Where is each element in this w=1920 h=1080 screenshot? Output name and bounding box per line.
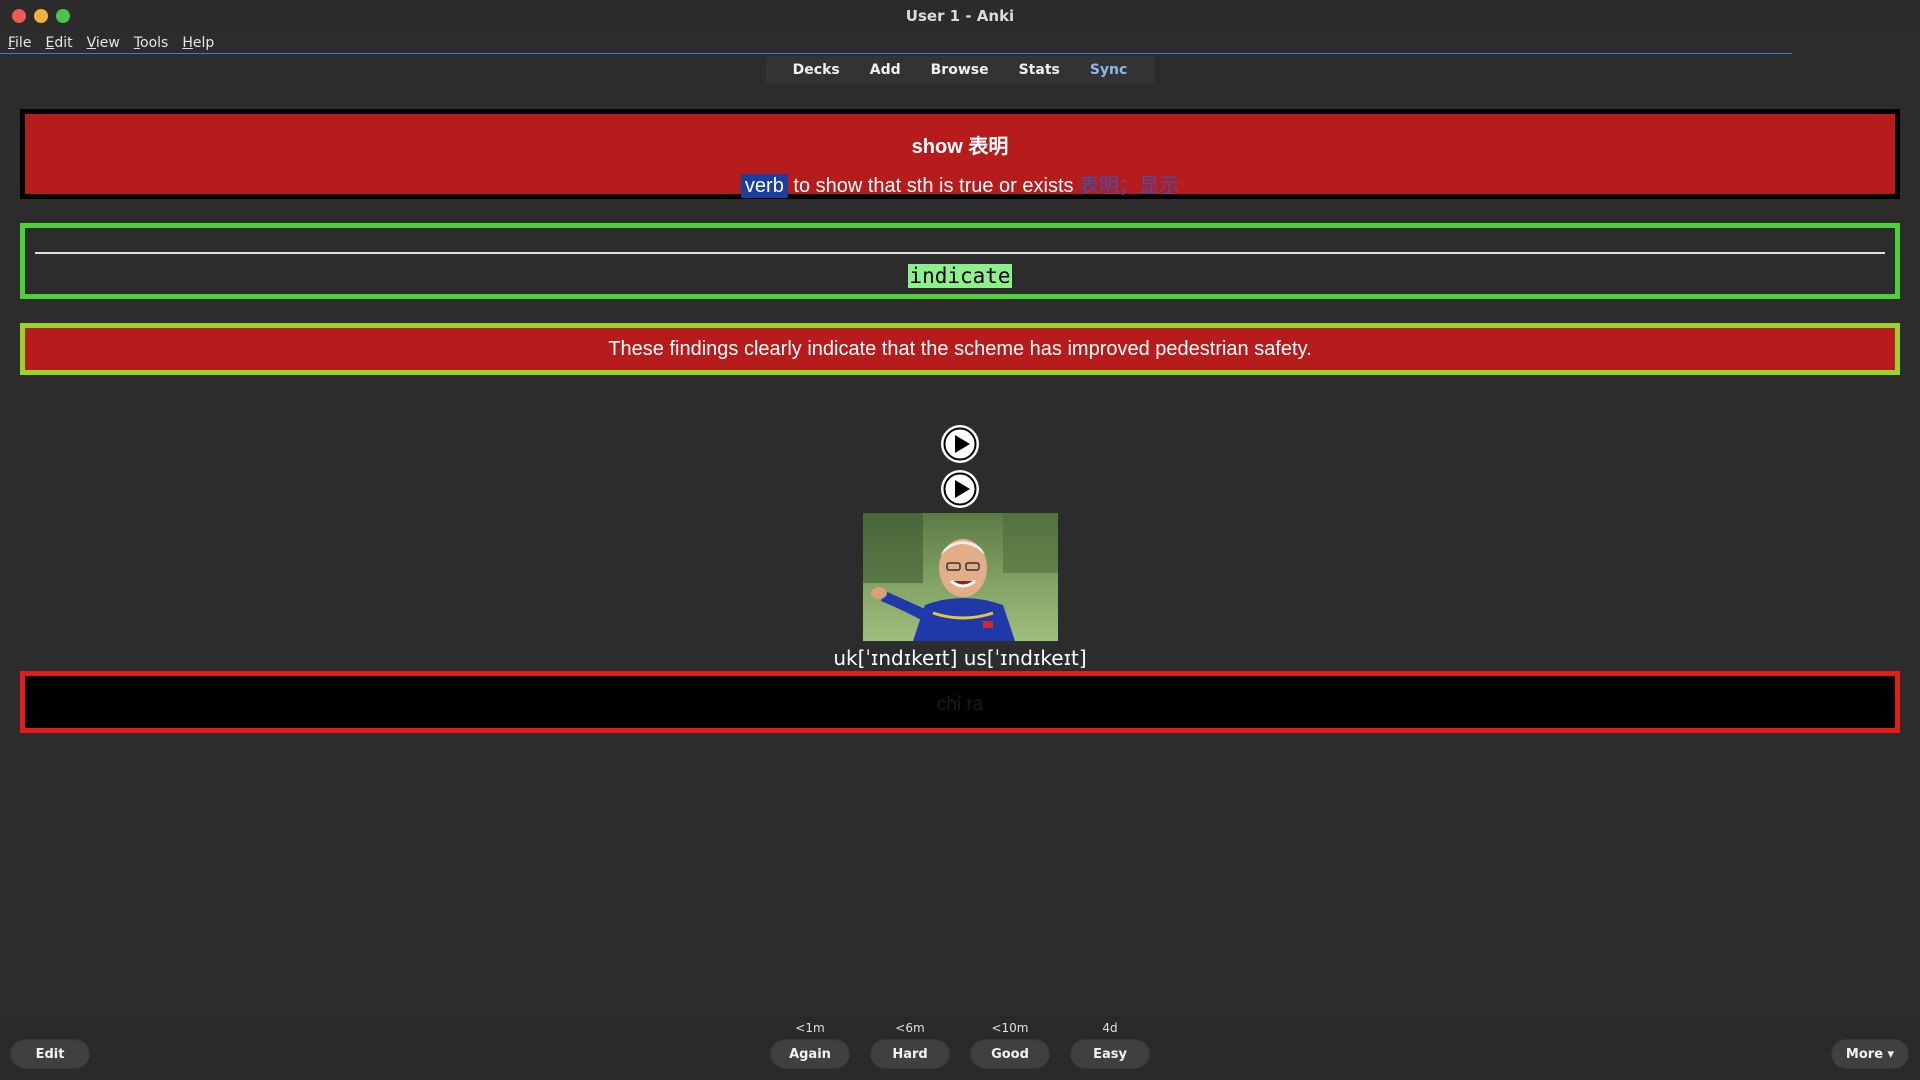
menu-file[interactable]: File <box>8 35 31 51</box>
play-icon <box>942 471 978 507</box>
word-heading: show 表明 <box>911 136 1009 158</box>
play-audio-button-2[interactable] <box>941 470 979 508</box>
play-icon <box>942 426 978 462</box>
title-bar: User 1 - Anki <box>0 0 1920 32</box>
translation-text: chỉ ra <box>936 694 984 715</box>
answer-box: indicate <box>20 223 1900 299</box>
answer-word: indicate <box>908 264 1012 288</box>
review-bar <box>0 1017 1920 1080</box>
easy-button[interactable]: Easy <box>1070 1039 1150 1069</box>
easy-interval: 4d <box>1102 1021 1118 1035</box>
part-of-speech-badge: verb <box>740 174 788 198</box>
minimize-icon[interactable] <box>34 9 48 23</box>
translation-box: chỉ ra <box>20 671 1900 733</box>
menu-bar: File Edit View Tools Help <box>0 32 1920 54</box>
window-controls <box>12 9 70 23</box>
definition-text: to show that sth is true or exists <box>787 175 1080 197</box>
example-sentence-box: These findings clearly indicate that the… <box>20 323 1900 375</box>
hard-interval: <6m <box>895 1021 925 1035</box>
toolbar-add[interactable]: Add <box>870 62 901 78</box>
definition-box: show 表明 verb to show that sth is true or… <box>20 109 1900 199</box>
good-button[interactable]: Good <box>970 1039 1050 1069</box>
main-toolbar: Decks Add Browse Stats Sync <box>765 56 1155 84</box>
hard-button[interactable]: Hard <box>870 1039 950 1069</box>
definition-chinese: 表明；显示 <box>1079 175 1180 197</box>
good-interval: <10m <box>991 1021 1029 1035</box>
person-photo <box>863 513 1058 641</box>
more-button[interactable]: More ▾ <box>1831 1039 1909 1069</box>
menu-divider <box>0 53 1792 54</box>
anki-window: User 1 - Anki File Edit View Tools Help … <box>0 0 1920 1080</box>
maximize-icon[interactable] <box>56 9 70 23</box>
play-audio-button-1[interactable] <box>941 425 979 463</box>
definition-line: verb to show that sth is true or exists … <box>25 169 1895 198</box>
answer-container: indicate <box>25 264 1895 288</box>
toolbar-sync[interactable]: Sync <box>1090 62 1127 78</box>
close-icon[interactable] <box>12 9 26 23</box>
toolbar-stats[interactable]: Stats <box>1019 62 1060 78</box>
menu-tools[interactable]: Tools <box>134 35 169 51</box>
answer-divider <box>35 252 1885 254</box>
menu-help[interactable]: Help <box>182 35 214 51</box>
again-interval: <1m <box>795 1021 825 1035</box>
menu-view[interactable]: View <box>87 35 120 51</box>
again-button[interactable]: Again <box>770 1039 850 1069</box>
menu-edit[interactable]: Edit <box>45 35 72 51</box>
example-sentence: These findings clearly indicate that the… <box>608 338 1312 360</box>
phonetic-text: uk[ˈɪndɪkeɪt] us[ˈɪndɪkeɪt] <box>833 646 1087 670</box>
window-title: User 1 - Anki <box>905 7 1015 25</box>
toolbar-browse[interactable]: Browse <box>931 62 989 78</box>
edit-button[interactable]: Edit <box>10 1039 90 1069</box>
toolbar-decks[interactable]: Decks <box>793 62 840 78</box>
card-image <box>863 513 1058 641</box>
